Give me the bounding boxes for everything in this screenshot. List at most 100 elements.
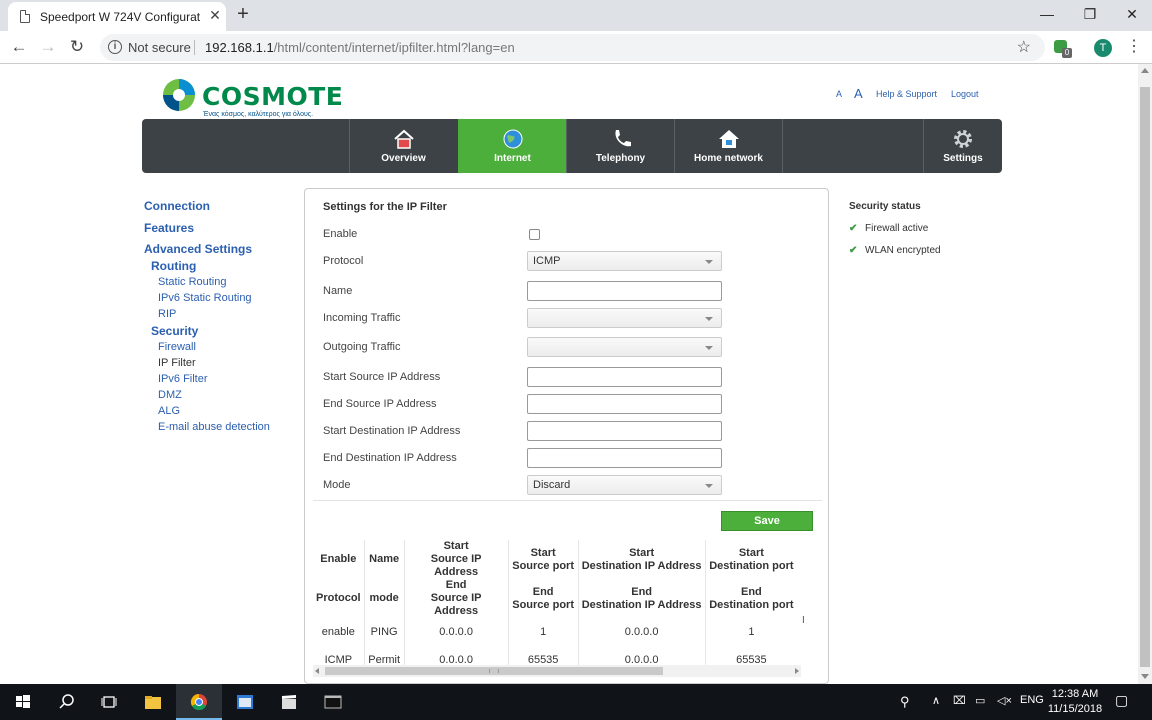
nav-settings[interactable]: Settings	[924, 119, 1002, 173]
home-network-icon	[719, 130, 739, 148]
browser-tab[interactable]: Speedport W 724V Configuration ✕	[8, 2, 226, 31]
table-header-cell: Start Destination IP Address	[577, 540, 706, 579]
tab-close-icon[interactable]: ✕	[207, 7, 223, 23]
nav-home-network[interactable]: Home network	[674, 119, 782, 173]
checkmark-icon: ✔	[849, 245, 858, 256]
font-size-small-link[interactable]: A	[836, 89, 842, 99]
help-support-link[interactable]: Help & Support	[876, 89, 937, 99]
url-text[interactable]: 192.168.1.1/html/content/internet/ipfilt…	[205, 40, 515, 55]
table-header-cell: End Source IP Address	[403, 579, 509, 618]
reload-icon[interactable]: ↻	[66, 36, 88, 58]
scrollbar-thumb[interactable]	[325, 667, 663, 675]
sidebar-item-alg[interactable]: ALG	[158, 405, 180, 417]
profile-avatar[interactable]: T	[1094, 39, 1112, 57]
nav-label-internet: Internet	[494, 153, 531, 164]
cosmote-logo[interactable]: COSMOTE Ένας κόσμος, καλύτερος για όλους…	[162, 78, 343, 120]
minimize-button[interactable]: —	[1036, 4, 1058, 24]
sidebar-item-features[interactable]: Features	[144, 221, 194, 235]
wlan-status: ✔ WLAN encrypted	[849, 245, 941, 256]
sidebar-item-ipv6-filter[interactable]: IPv6 Filter	[158, 373, 208, 385]
scroll-left-icon[interactable]	[315, 668, 319, 674]
mode-select[interactable]: Discard	[527, 475, 722, 495]
logout-link[interactable]: Logout	[951, 89, 979, 99]
main-navigation: Overview Internet Telephony Home network	[142, 119, 1002, 173]
terminal-button[interactable]	[310, 684, 356, 720]
sidebar-item-email-abuse-detection[interactable]: E-mail abuse detection	[158, 421, 270, 433]
media-app-button[interactable]	[266, 684, 312, 720]
scroll-up-icon[interactable]	[1141, 68, 1149, 73]
network-status-icon[interactable]: ⌧	[953, 694, 966, 707]
scrollbar-grip	[489, 669, 499, 673]
volume-muted-icon[interactable]: ◁×	[997, 694, 1012, 707]
input-language[interactable]: ENG	[1020, 694, 1044, 706]
nav-label-home-network: Home network	[694, 153, 763, 164]
font-size-large-link[interactable]: A	[854, 86, 863, 101]
sidebar-item-connection[interactable]: Connection	[144, 199, 210, 213]
page-icon	[20, 10, 30, 23]
maximize-button[interactable]: ❐	[1079, 4, 1101, 24]
back-arrow-icon[interactable]: ←	[8, 36, 30, 58]
table-row[interactable]: enable PING 0.0.0.0 1 0.0.0.0 1	[313, 618, 798, 646]
nav-telephony[interactable]: Telephony	[566, 119, 674, 173]
not-secure-label[interactable]: Not secure	[128, 40, 191, 55]
close-window-button[interactable]: ✕	[1121, 4, 1143, 24]
task-view-button[interactable]	[86, 684, 132, 720]
chevron-up-icon[interactable]: ∧	[932, 694, 940, 707]
chrome-taskbar-button[interactable]	[176, 684, 222, 720]
chevron-down-icon	[705, 346, 713, 350]
display-icon[interactable]: ▭	[975, 694, 985, 707]
table-horizontal-scrollbar[interactable]	[313, 665, 801, 677]
scroll-right-icon[interactable]	[795, 668, 799, 674]
end-destination-ip-input[interactable]	[527, 448, 722, 468]
start-source-ip-input[interactable]	[527, 367, 722, 387]
sidebar-item-advanced-settings[interactable]: Advanced Settings	[144, 242, 252, 256]
divider	[313, 500, 822, 501]
table-cell: 0.0.0.0	[403, 618, 509, 646]
folder-icon	[145, 696, 161, 709]
protocol-select[interactable]: ICMP	[527, 251, 722, 271]
table-header-row: Protocol mode End Source IP Address End …	[313, 579, 798, 618]
nav-spacer	[782, 119, 924, 173]
nav-internet[interactable]: Internet	[458, 119, 566, 173]
name-input[interactable]	[527, 281, 722, 301]
scrollbar-thumb[interactable]	[1140, 87, 1150, 667]
bookmark-star-icon[interactable]: ☆	[1017, 37, 1031, 57]
address-bar[interactable]: i Not secure 192.168.1.1/html/content/in…	[100, 34, 1045, 61]
sidebar-item-ipv6-static-routing[interactable]: IPv6 Static Routing	[158, 292, 252, 304]
sidebar-item-security[interactable]: Security	[151, 324, 198, 338]
sidebar-item-dmz[interactable]: DMZ	[158, 389, 182, 401]
sidebar-item-static-routing[interactable]: Static Routing	[158, 276, 226, 288]
firewall-status-text: Firewall active	[865, 223, 929, 234]
save-button[interactable]: Save	[721, 511, 813, 531]
chevron-down-icon	[705, 317, 713, 321]
sidebar-item-ip-filter[interactable]: IP Filter	[158, 357, 196, 369]
sidebar-item-routing[interactable]: Routing	[151, 259, 196, 273]
system-clock[interactable]: 12:38 AM 11/15/2018	[1044, 687, 1106, 717]
incoming-traffic-select[interactable]	[527, 308, 722, 328]
outgoing-traffic-select[interactable]	[527, 337, 722, 357]
start-destination-ip-input[interactable]	[527, 421, 722, 441]
sidebar-item-firewall[interactable]: Firewall	[158, 341, 196, 353]
wlan-status-text: WLAN encrypted	[865, 245, 941, 256]
enable-checkbox[interactable]	[529, 229, 540, 240]
forward-arrow-icon[interactable]: →	[37, 36, 59, 58]
image-app-button[interactable]	[222, 684, 268, 720]
search-button[interactable]	[44, 684, 90, 720]
scroll-down-icon[interactable]	[1141, 674, 1149, 679]
mode-label: Mode	[323, 479, 351, 491]
file-explorer-button[interactable]	[130, 684, 176, 720]
start-button[interactable]	[0, 684, 46, 720]
browser-menu-icon[interactable]: ⋮	[1126, 37, 1142, 59]
extension-icon[interactable]: 0	[1052, 38, 1072, 58]
ip-filter-panel: Settings for the IP Filter Enable Protoc…	[304, 188, 829, 684]
page-vertical-scrollbar[interactable]	[1138, 64, 1152, 684]
new-tab-button[interactable]: +	[233, 4, 253, 24]
notifications-icon[interactable]: ▢	[1115, 692, 1128, 709]
table-cell: 0.0.0.0	[577, 618, 706, 646]
end-source-ip-input[interactable]	[527, 394, 722, 414]
nav-overview[interactable]: Overview	[349, 119, 457, 173]
browser-toolbar: ← → ↻ i Not secure 192.168.1.1/html/cont…	[0, 31, 1152, 64]
info-icon[interactable]: i	[108, 40, 122, 54]
sidebar-item-rip[interactable]: RIP	[158, 308, 176, 320]
people-icon[interactable]: ⚲	[900, 694, 910, 710]
